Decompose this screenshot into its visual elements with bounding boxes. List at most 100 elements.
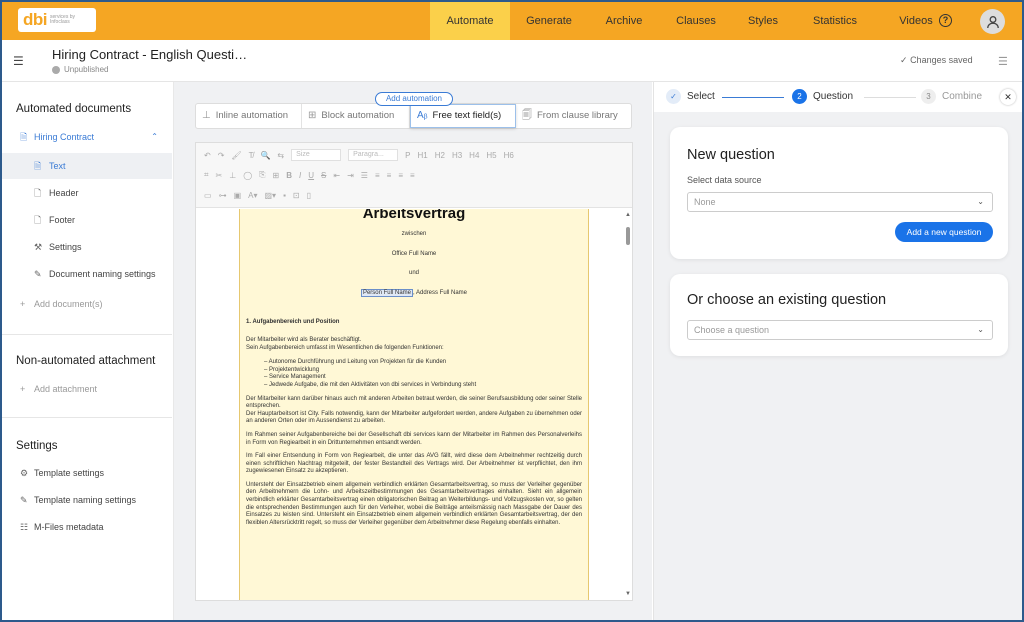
cut-icon[interactable]: ✂ [216,171,223,180]
document-scrollbar[interactable]: ▲ ▼ [624,209,632,600]
close-icon: ✕ [1004,92,1012,102]
hierarchy-icon[interactable]: ⊥ [229,171,236,180]
tab-videos[interactable]: Videos [894,2,938,40]
heading-h3-button[interactable]: H3 [452,151,462,160]
document-viewport[interactable]: Arbeitsvertrag zwischen Office Full Name… [196,209,632,600]
close-panel-button[interactable]: ✕ [1000,89,1016,105]
brand-logo[interactable]: dbi services by Infoclass [18,8,96,32]
tab-archive[interactable]: Archive [592,2,656,40]
block-automation-button[interactable]: ⊞ Block automation [302,104,410,128]
existing-question-select[interactable]: Choose a question ⌄ [687,320,993,340]
top-navigation: dbi services by Infoclass Automate Gener… [2,2,1022,40]
sidebar-item-mfiles-metadata[interactable]: ☷ M-Files metadata [2,514,172,540]
font-size-select[interactable]: Size [291,149,342,161]
align-right-icon[interactable]: ≡ [398,171,403,180]
step-combine[interactable]: 3 Combine [921,89,982,104]
list-item: – Service Management [264,374,326,381]
tab-styles[interactable]: Styles [736,2,790,40]
clear-format-icon[interactable]: T̸ [249,151,254,160]
inline-automation-button[interactable]: ⊥ Inline automation [196,104,302,128]
heading-h4-button[interactable]: H4 [469,151,479,160]
strikethrough-icon[interactable]: S [321,171,326,180]
link-icon[interactable]: ⊶ [219,191,227,200]
step-select[interactable]: ✓ Select [666,89,715,104]
align-justify-icon[interactable]: ≡ [410,171,415,180]
copy-icon[interactable]: ⎘ [259,170,265,180]
chevron-up-icon[interactable]: ⌃ [151,124,158,150]
button-label: Block automation [321,110,395,121]
bold-icon[interactable]: B [286,171,292,180]
step-question[interactable]: 2 Question [792,89,853,104]
data-source-select[interactable]: None ⌄ [687,192,993,212]
underline-icon[interactable]: U [308,171,314,180]
step-number: 2 [792,89,807,104]
indent-less-icon[interactable]: ⇤ [333,171,340,180]
heading-p-button[interactable]: P [405,151,410,160]
preview-icon[interactable]: ▯ [307,191,311,200]
menu-toggle-icon[interactable]: ☰ [13,54,24,68]
scroll-up-icon[interactable]: ▲ [625,212,631,218]
tab-automate[interactable]: Automate [430,2,510,40]
automation-toolbar: ⊥ Inline automation ⊞ Block automation A… [195,103,632,129]
clause-library-button[interactable]: 🗐 From clause library [516,104,631,128]
undo-icon[interactable]: ↶ [204,151,211,160]
fullscreen-icon[interactable]: ⊡ [293,191,300,200]
paint-icon[interactable]: 🖌 [231,151,241,160]
sidebar-item-template-naming[interactable]: ✎ Template naming settings [2,487,172,513]
user-avatar[interactable] [980,9,1005,34]
align-left-icon[interactable]: ≡ [375,171,380,180]
sidebar-item-template-settings[interactable]: ⚙ Template settings [2,460,172,486]
section-1-title: 1. Aufgabenbereich und Position [246,319,340,326]
logo-text: dbi [23,10,48,29]
search-icon[interactable]: 🔍 [260,151,270,160]
table-icon[interactable]: ⊞ [273,171,280,180]
indent-more-icon[interactable]: ⇥ [347,171,354,180]
automated-docs-title: Automated documents [16,103,132,115]
sidebar-item-header[interactable]: 🗋 Header [2,180,172,206]
button-label: Free text field(s) [432,110,502,121]
help-icon[interactable]: ? [939,14,952,27]
code-icon[interactable]: ⌗ [204,170,209,180]
paragraph: Im Rahmen seiner Aufgabenbereiche bei de… [246,431,582,446]
document-header: ☰ Hiring Contract - English Questi… Unpu… [2,40,1022,82]
sidebar-item-label: Header [49,188,79,198]
paragraph-style-select[interactable]: Paragra... [348,149,399,161]
free-text-fields-button[interactable]: Aᵦ Free text field(s) [410,104,516,128]
highlight-icon[interactable]: ▨▾ [264,191,276,200]
add-document-button[interactable]: + Add document(s) [2,291,172,317]
add-attachment-button[interactable]: + Add attachment [2,376,172,402]
check-icon: ✓ [900,55,908,65]
document-title[interactable]: Hiring Contract - English Questi… [52,47,247,62]
party-line: Person Full Name, Address Full Name [246,288,582,298]
save-icon[interactable]: ▪ [283,191,286,200]
sidebar-item-hiring-contract[interactable]: 🗎 Hiring Contract ⌃ [2,124,172,150]
loop-icon[interactable]: ◯ [243,171,252,180]
sidebar-item-settings[interactable]: ⚒ Settings [2,234,172,260]
font-color-icon[interactable]: A▾ [248,191,257,200]
person-name-field[interactable]: Person Full Name [360,288,413,297]
heading-h6-button[interactable]: H6 [504,151,514,160]
replace-icon[interactable]: ⇆ [277,151,284,160]
heading-h1-button[interactable]: H1 [417,151,427,160]
sidebar-item-text[interactable]: 🗎 Text [2,153,172,179]
heading-h5-button[interactable]: H5 [486,151,496,160]
tab-clauses[interactable]: Clauses [664,2,728,40]
tab-generate[interactable]: Generate [514,2,584,40]
horizontal-rule-icon[interactable]: ▭ [204,191,212,200]
image-icon[interactable]: ▣ [234,191,242,200]
sidebar-item-footer[interactable]: 🗋 Footer [2,207,172,233]
rich-text-editor[interactable]: ↶ ↷ 🖌 T̸ 🔍 ⇆ Size Paragra... P H1 H2 H3 … [195,142,633,601]
italic-icon[interactable]: I [299,171,301,180]
tab-statistics[interactable]: Statistics [802,2,868,40]
scroll-thumb[interactable] [626,227,630,245]
heading-h2-button[interactable]: H2 [435,151,445,160]
scroll-down-icon[interactable]: ▼ [625,591,631,597]
new-question-title: New question [687,147,775,163]
redo-icon[interactable]: ↷ [218,151,225,160]
panel-menu-icon[interactable]: ☰ [998,55,1008,68]
align-center-icon[interactable]: ≡ [387,171,392,180]
document-label: Hiring Contract [34,132,95,142]
add-new-question-button[interactable]: Add a new question [895,222,993,242]
list-icon[interactable]: ☰ [361,171,368,180]
sidebar-item-document-naming[interactable]: ✎ Document naming settings [2,261,172,287]
